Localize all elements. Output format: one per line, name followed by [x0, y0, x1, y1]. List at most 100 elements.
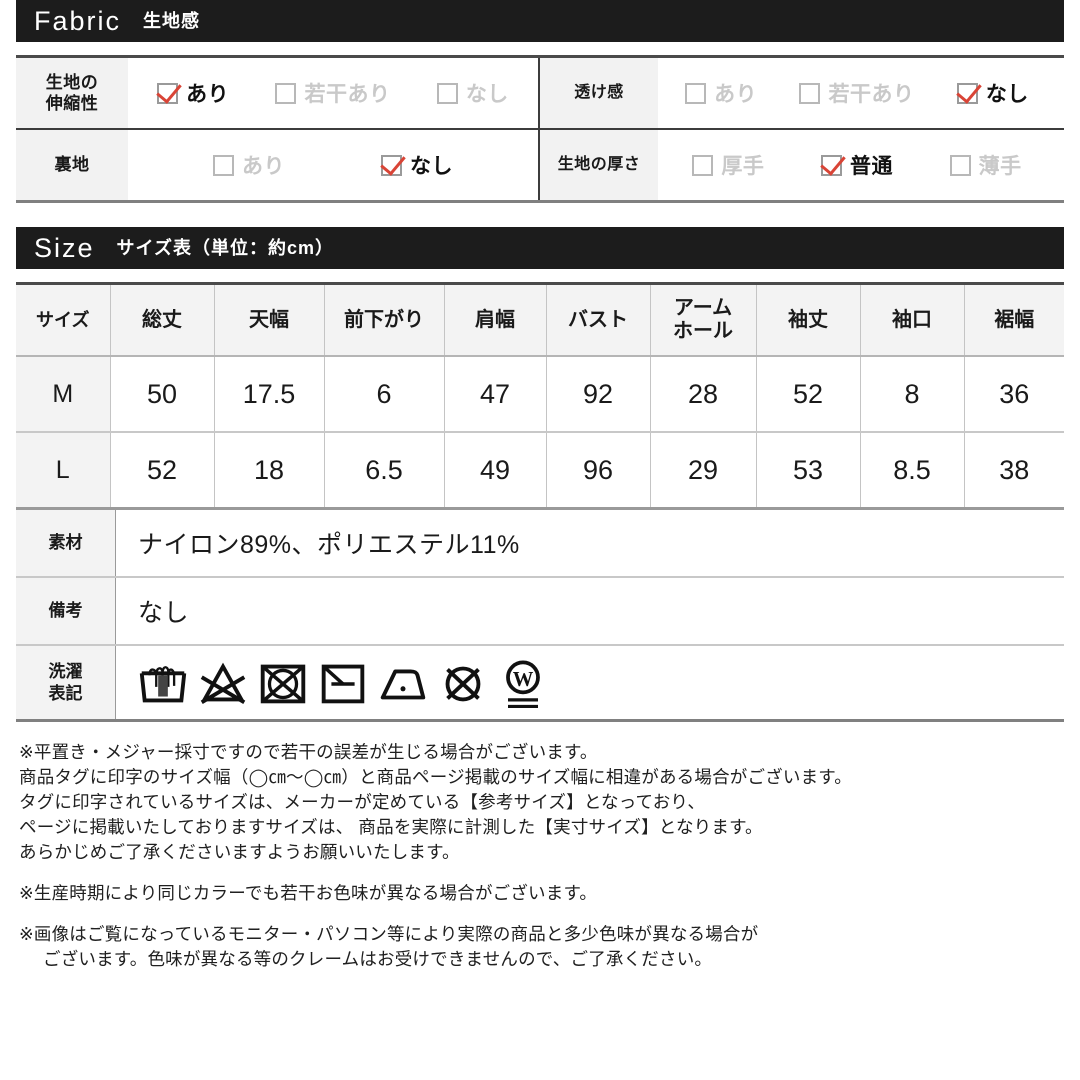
checkbox-checked-icon: [956, 82, 978, 104]
cell-m-sleeve-length: 52: [756, 356, 861, 433]
cell-l-armhole: 29: [650, 432, 757, 510]
footnote-line: 商品タグに印字のサイズ幅（◯㎝〜◯㎝）と商品ページ掲載のサイズ幅に相違がある場合…: [19, 767, 852, 787]
cell-l-hem-width: 38: [964, 432, 1064, 510]
footnote-line: ※生産時期により同じカラーでも若干お色味が異なる場合がございます。: [19, 883, 598, 903]
footnote-block-color-lot: ※生産時期により同じカラーでも若干お色味が異なる場合がございます。: [19, 881, 1064, 906]
option-thickness-atsude[interactable]: 厚手: [692, 150, 764, 180]
fabric-section-header: Fabric 生地感: [16, 0, 1064, 42]
checkbox-checked-icon: [820, 154, 842, 176]
fabric-label-thickness: 生地の厚さ: [540, 130, 658, 200]
product-spec-page: Fabric 生地感 生地の 伸縮性 あり 若干あり なし 透け感 あり 若干あ…: [0, 0, 1080, 1080]
size-title-jp: サイズ表（単位：約cm）: [116, 238, 335, 258]
option-lining-ari[interactable]: あり: [213, 150, 285, 180]
option-sheer-ari[interactable]: あり: [685, 78, 757, 108]
col-header-total-length: 総丈: [110, 282, 215, 357]
option-sheer-jakkan-ari[interactable]: 若干あり: [799, 78, 914, 108]
cell-m-top-width: 17.5: [214, 356, 325, 433]
cell-m-total-length: 50: [110, 356, 215, 433]
cell-size-l: L: [16, 432, 111, 510]
footnotes: ※平置き・メジャー採寸ですので若干の誤差が生じる場合がございます。 商品タグに印…: [16, 740, 1064, 972]
cell-m-bust: 92: [546, 356, 651, 433]
cell-l-bust: 96: [546, 432, 651, 510]
checkbox-empty-icon: [275, 82, 297, 104]
footnote-line: ページに掲載いたしておりますサイズは、 商品を実際に計測した【実寸サイズ】となり…: [19, 817, 763, 837]
footnote-block-measurement: ※平置き・メジャー採寸ですので若干の誤差が生じる場合がございます。 商品タグに印…: [19, 740, 1064, 865]
wet-clean-gentle-icon: W: [506, 660, 540, 708]
cell-l-total-length: 52: [110, 432, 215, 510]
option-label: 薄手: [978, 155, 1022, 178]
no-tumble-dry-icon: [260, 664, 306, 703]
footnote-spacer: [19, 906, 1064, 922]
option-label: 若干あり: [828, 83, 915, 106]
cell-l-sleeve-length: 53: [756, 432, 861, 510]
cell-l-top-width: 18: [214, 432, 325, 510]
fabric-label-lining: 裏地: [16, 130, 128, 200]
material-value: ナイロン89%、ポリエステル11%: [138, 531, 520, 559]
option-thickness-futsuu[interactable]: 普通: [820, 150, 893, 180]
cell-l-cuff: 8.5: [860, 432, 965, 510]
option-sheer-nashi[interactable]: なし: [956, 78, 1029, 108]
footnote-line: ※画像はご覧になっているモニター・パソコン等により実際の商品と多少色味が異なる場…: [19, 924, 759, 944]
material-label: 素材: [16, 510, 116, 576]
size-table-header-row: サイズ 総丈 天幅 前下がり 肩幅 バスト アーム ホール 袖丈 袖口 裾幅: [16, 282, 1064, 357]
footnote-line: ※平置き・メジャー採寸ですので若干の誤差が生じる場合がございます。: [19, 742, 598, 762]
checkbox-empty-icon: [213, 154, 234, 176]
option-label: あり: [242, 155, 285, 178]
footnote-block-monitor: ※画像はご覧になっているモニター・パソコン等により実際の商品と多少色味が異なる場…: [19, 922, 1064, 972]
option-stretch-jakkan-ari[interactable]: 若干あり: [275, 78, 390, 108]
fabric-options-lining: あり なし: [128, 130, 538, 200]
fabric-label-stretch: 生地の 伸縮性: [16, 58, 128, 128]
option-thickness-usude[interactable]: 薄手: [949, 150, 1022, 180]
checkbox-empty-icon: [685, 82, 707, 104]
footnote-spacer: [19, 865, 1064, 881]
fabric-options-thickness: 厚手 普通 薄手: [658, 130, 1064, 200]
cell-m-cuff: 8: [860, 356, 965, 433]
option-label: 普通: [849, 155, 893, 178]
option-label: なし: [985, 83, 1029, 106]
fabric-row-1: 生地の 伸縮性 あり 若干あり なし 透け感 あり 若干あり なし: [16, 58, 1064, 130]
fabric-cell-sheerness: 透け感 あり 若干あり なし: [540, 58, 1064, 128]
col-header-sleeve-length: 袖丈: [756, 282, 861, 357]
fabric-options-sheerness: あり 若干あり なし: [658, 58, 1064, 128]
footnote-line: タグに印字されているサイズは、メーカーが定めている【参考サイズ】となっており、: [19, 792, 706, 812]
fabric-title-en: Fabric: [34, 5, 122, 36]
cell-m-shoulder-width: 47: [444, 356, 547, 433]
option-label: なし: [465, 83, 509, 106]
fabric-cell-stretch: 生地の 伸縮性 あり 若干あり なし: [16, 58, 540, 128]
option-label: あり: [186, 83, 230, 106]
cell-m-hem-width: 36: [964, 356, 1064, 433]
remarks-value: なし: [138, 599, 190, 627]
cell-l-shoulder-width: 49: [444, 432, 547, 510]
option-stretch-nashi[interactable]: なし: [436, 78, 509, 108]
hand-wash-icon: [139, 665, 187, 702]
no-bleach-icon: [200, 662, 246, 704]
option-lining-nashi[interactable]: なし: [381, 150, 453, 180]
col-header-shoulder-width: 肩幅: [444, 282, 547, 357]
checkbox-checked-icon: [381, 154, 402, 176]
table-row: M 50 17.5 6 47 92 28 52 8 36: [16, 356, 1064, 433]
care-symbol-list: W: [116, 646, 1064, 719]
col-header-armhole: アーム ホール: [650, 282, 757, 357]
size-table: サイズ 総丈 天幅 前下がり 肩幅 バスト アーム ホール 袖丈 袖口 裾幅 M …: [16, 282, 1064, 510]
iron-low-icon: [380, 668, 426, 699]
cell-m-front-drop: 6: [324, 356, 445, 433]
col-header-bust: バスト: [546, 282, 651, 357]
fabric-table: 生地の 伸縮性 あり 若干あり なし 透け感 あり 若干あり なし 裏地 あり …: [16, 55, 1064, 203]
fabric-label-sheerness: 透け感: [540, 58, 658, 128]
size-section-header: Size サイズ表（単位：約cm）: [16, 227, 1064, 269]
col-header-top-width: 天幅: [214, 282, 325, 357]
option-stretch-ari[interactable]: あり: [157, 78, 229, 108]
no-dry-clean-icon: [445, 666, 481, 701]
checkbox-empty-icon: [799, 82, 821, 104]
checkbox-checked-icon: [157, 82, 179, 104]
cell-l-front-drop: 6.5: [324, 432, 445, 510]
option-label: 若干あり: [304, 83, 391, 106]
fabric-cell-lining: 裏地 あり なし: [16, 130, 540, 200]
footnote-line: ございます。色味が異なる等のクレームはお受けできませんので、ご了承ください。: [43, 949, 713, 969]
option-label: 厚手: [721, 155, 765, 178]
fabric-title-jp: 生地感: [143, 11, 201, 31]
care-instructions-row: 洗濯 表記 W: [16, 646, 1064, 722]
option-label: なし: [410, 155, 453, 178]
footnote-line: あらかじめご了承くださいますようお願いいたします。: [19, 842, 460, 862]
cell-size-m: M: [16, 356, 111, 433]
